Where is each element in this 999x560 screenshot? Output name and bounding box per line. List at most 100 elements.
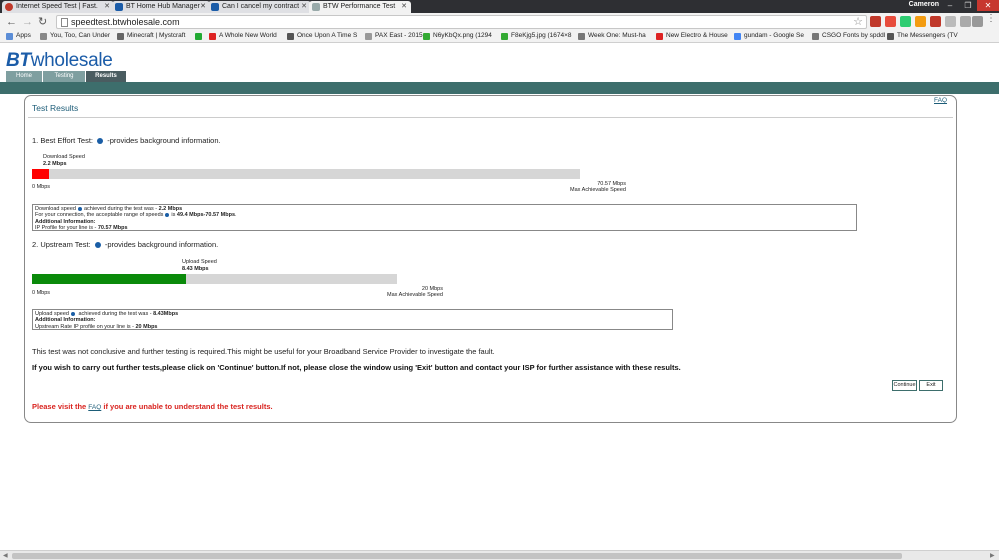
horizontal-scrollbar[interactable]: ◀ ▶	[0, 550, 999, 560]
youtube-icon	[656, 33, 663, 40]
site-nav-bar	[0, 82, 999, 94]
youtube-icon	[209, 33, 216, 40]
bookmark-item[interactable]: New Electro & House	[656, 32, 728, 40]
bt-wholesale-logo[interactable]: BTwholesale	[6, 50, 113, 72]
tab-title: BT Home Hub Manager -	[126, 3, 205, 10]
close-icon[interactable]: ✕	[401, 2, 407, 10]
download-progress-bar	[32, 169, 580, 179]
apps-icon	[6, 33, 13, 40]
download-min-label: 0 Mbps	[32, 184, 51, 190]
faq-link[interactable]: FAQ	[934, 97, 947, 104]
browser-toolbar: ← → ↻ speedtest.btwholesale.com ☆ ⋮	[0, 13, 999, 31]
upload-speed-label: Upload Speed	[182, 259, 217, 265]
back-arrow-icon[interactable]: ←	[6, 16, 17, 28]
close-icon[interactable]: ✕	[301, 2, 307, 10]
bookmark-icon	[117, 33, 124, 40]
bookmark-item[interactable]: gundam - Google Se	[734, 32, 804, 40]
bookmark-icon	[40, 33, 47, 40]
gmail-extension-icon[interactable]	[885, 16, 896, 27]
forward-arrow-icon[interactable]: →	[22, 16, 33, 28]
tab-btw-performance[interactable]: BTW Performance Test ✕	[309, 1, 411, 13]
faq-help-text: Please visit the FAQ if you are unable t…	[32, 402, 273, 411]
upload-min-label: 0 Mbps	[32, 290, 51, 296]
exit-button[interactable]: Exit	[919, 380, 943, 391]
scrollbar-thumb[interactable]	[12, 553, 902, 559]
bookmarks-bar: Apps You, Too, Can Under Minecraft | Mys…	[0, 31, 999, 43]
continue-instruction: If you wish to carry out further tests,p…	[32, 363, 681, 372]
info-icon[interactable]	[77, 206, 82, 211]
extension-icon[interactable]	[960, 16, 971, 27]
adblock-extension-icon[interactable]	[870, 16, 881, 27]
url-text: speedtest.btwholesale.com	[71, 17, 180, 27]
red-circle-favicon	[5, 3, 13, 11]
bookmark-item[interactable]: The Messengers (TV	[887, 32, 958, 40]
upload-progress-bar	[32, 274, 397, 284]
tab-title: BTW Performance Test	[323, 3, 396, 10]
scroll-left-icon[interactable]: ◀	[3, 552, 8, 559]
continue-button[interactable]: Continue	[892, 380, 917, 391]
upload-speed-value: 8.43 Mbps	[182, 266, 209, 272]
faq-inline-link[interactable]: FAQ	[88, 404, 101, 411]
bookmark-item[interactable]: CSGO Fonts by spddl	[812, 32, 885, 40]
download-speed-label: Download Speed	[43, 154, 85, 160]
google-icon	[734, 33, 741, 40]
bookmark-item[interactable]: Minecraft | Mystcraft	[117, 32, 185, 40]
upload-progress-fill	[32, 274, 186, 284]
image-icon	[423, 33, 430, 40]
info-icon[interactable]	[70, 311, 75, 316]
nav-tab-results[interactable]: Results	[86, 71, 126, 82]
extension-icon[interactable]	[945, 16, 956, 27]
download-speed-value: 2.2 Mbps	[43, 161, 67, 167]
extension-icon[interactable]	[900, 16, 911, 27]
minimize-icon[interactable]: –	[941, 0, 959, 11]
tab-strip: Internet Speed Test | Fast. ✕ BT Home Hu…	[0, 0, 999, 13]
download-progress-fill	[32, 169, 50, 179]
menu-icon[interactable]: ⋮	[986, 14, 996, 24]
bookmark-icon	[812, 33, 819, 40]
bookmark-icon	[365, 33, 372, 40]
reload-icon[interactable]: ↻	[38, 16, 47, 28]
close-icon[interactable]: ✕	[200, 2, 206, 10]
tab-fast[interactable]: Internet Speed Test | Fast. ✕	[2, 1, 114, 13]
tab-home-hub[interactable]: BT Home Hub Manager - ✕	[112, 1, 210, 13]
profile-name[interactable]: Cameron	[909, 1, 939, 8]
download-info-box: Download speed achieved during the test w…	[32, 204, 857, 231]
tab-title: Internet Speed Test | Fast.	[16, 3, 98, 10]
address-bar[interactable]: speedtest.btwholesale.com ☆	[56, 15, 867, 29]
bookmark-icon	[887, 33, 894, 40]
bt-favicon	[211, 3, 219, 11]
bookmark-item[interactable]: Apps	[6, 32, 31, 40]
extension-icon[interactable]	[972, 16, 983, 27]
bookmark-item[interactable]: A Whole New World	[209, 32, 277, 40]
bookmark-item[interactable]: N6yKbQx.png (1294	[423, 32, 492, 40]
tab-title: Can I cancel my contract	[222, 3, 300, 10]
bookmark-icon	[578, 33, 585, 40]
bookmark-item[interactable]: PAX East - 2015	[365, 32, 423, 40]
bookmark-item[interactable]: You, Too, Can Under	[40, 32, 110, 40]
upload-info-box: Upload speed achieved during the test wa…	[32, 309, 673, 330]
download-max-label: Max Achievable Speed	[570, 187, 626, 193]
info-icon[interactable]	[94, 242, 101, 249]
tab-cancel-contract[interactable]: Can I cancel my contract ✕	[208, 1, 311, 13]
nav-tab-home[interactable]: Home	[6, 71, 42, 82]
page-title: Test Results	[32, 103, 79, 113]
restore-icon[interactable]: ❐	[959, 0, 977, 11]
page-icon	[61, 18, 68, 27]
close-window-icon[interactable]: ✕	[977, 0, 999, 11]
bookmark-item[interactable]: F8eKjg5.jpg (1674×8	[501, 32, 572, 40]
nav-tab-testing[interactable]: Testing	[43, 71, 85, 82]
info-icon[interactable]	[97, 138, 104, 145]
rss-extension-icon[interactable]	[915, 16, 926, 27]
upstream-heading: 2. Upstream Test: -provides background i…	[32, 240, 219, 249]
bookmark-item[interactable]: Week One: Must-ha	[578, 32, 646, 40]
bookmark-item[interactable]: Once Upon A Time S	[287, 32, 357, 40]
upload-max-label: Max Achievable Speed	[387, 292, 443, 298]
bookmark-icon	[287, 33, 294, 40]
close-icon[interactable]: ✕	[104, 2, 110, 10]
info-icon[interactable]	[165, 212, 170, 217]
divider	[28, 117, 953, 118]
bookmark-icon	[195, 33, 202, 40]
scroll-right-icon[interactable]: ▶	[990, 552, 995, 559]
star-icon[interactable]: ☆	[853, 15, 863, 28]
lastpass-extension-icon[interactable]	[930, 16, 941, 27]
